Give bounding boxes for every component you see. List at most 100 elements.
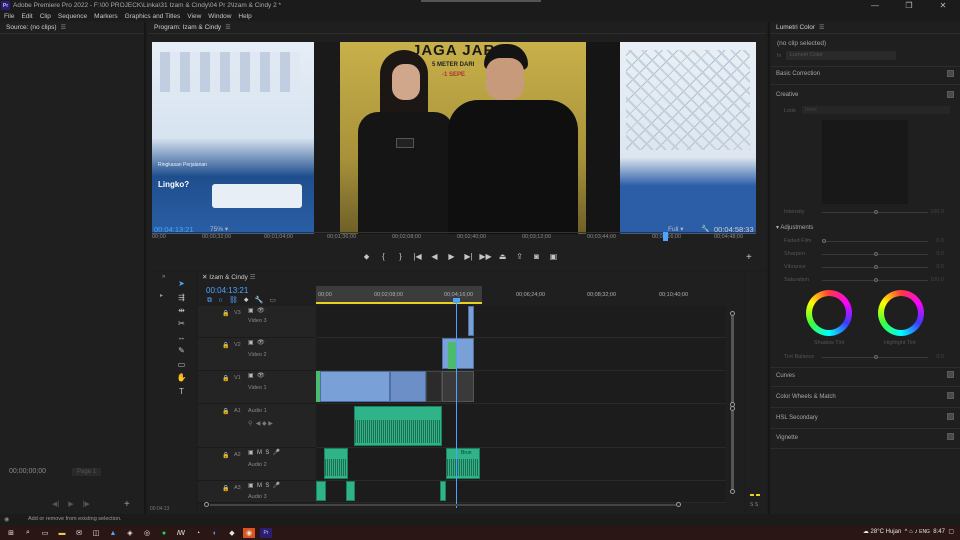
sharpen-slider[interactable]	[822, 252, 928, 256]
program-add-button[interactable]: +	[746, 252, 752, 263]
audio-clip[interactable]	[346, 481, 355, 501]
add-marker-icon[interactable]: ⬥	[358, 252, 375, 262]
highlight-tint-wheel[interactable]	[878, 290, 924, 336]
track-header-v1[interactable]: 🔒 V1 ▣ 👁 Video 1	[198, 371, 316, 404]
audio-clip[interactable]	[354, 406, 442, 446]
basic-correction-checkbox[interactable]	[947, 70, 954, 77]
app-icon[interactable]: ◆	[226, 528, 238, 538]
track-toggles[interactable]: ▣ M S 🎤	[248, 449, 280, 456]
play-icon[interactable]: ▶	[68, 500, 73, 508]
horizontal-scroll-right-knob[interactable]	[676, 502, 681, 507]
store-icon[interactable]: ◫	[90, 528, 102, 538]
language-indicator[interactable]: ENG	[919, 529, 930, 535]
linked-selection-icon[interactable]: ⛓	[229, 297, 244, 304]
hsl-secondary-section[interactable]: HSL Secondary	[776, 415, 954, 421]
hand-tool-icon[interactable]: ✋	[176, 373, 187, 382]
timeline-playhead[interactable]	[456, 302, 457, 508]
sharpen-value[interactable]: 0.0	[936, 251, 944, 257]
track-lane-v3[interactable]	[316, 306, 726, 338]
app-icon[interactable]: ◐	[209, 528, 221, 538]
intensity-value[interactable]: 100.0	[930, 209, 944, 215]
panel-menu-icon[interactable]: ☰	[250, 274, 256, 281]
creative-checkbox[interactable]	[947, 91, 954, 98]
menu-help[interactable]: Help	[238, 13, 251, 20]
app-icon[interactable]: ◈	[124, 528, 136, 538]
settings-wrench-icon[interactable]: 🔧	[255, 297, 270, 304]
menu-file[interactable]: File	[4, 13, 14, 20]
search-icon[interactable]: ⌕	[22, 528, 34, 538]
curves-checkbox[interactable]	[947, 371, 954, 378]
faded-film-value[interactable]: 0.0	[936, 238, 944, 244]
track-lane-v2[interactable]	[316, 338, 726, 371]
menu-view[interactable]: View	[187, 13, 201, 20]
track-select-tool-icon[interactable]: ⇶	[176, 293, 187, 302]
lift-icon[interactable]: ⏏	[494, 252, 511, 262]
vertical-scroll-audio-end-knob[interactable]	[730, 489, 735, 494]
vertical-scrollbar-audio[interactable]	[731, 411, 734, 491]
video-clip[interactable]	[468, 306, 474, 336]
captions-icon[interactable]: ▭	[269, 297, 282, 304]
menu-graphics-titles[interactable]: Graphics and Titles	[125, 13, 181, 20]
look-dropdown[interactable]: None	[802, 106, 950, 114]
capcut-icon[interactable]: ꟿ	[175, 528, 187, 538]
lock-icon[interactable]: 🔒	[222, 485, 229, 492]
slider-knob[interactable]	[874, 252, 878, 256]
color-wheels-section[interactable]: Color Wheels & Match	[776, 394, 954, 400]
task-view-icon[interactable]: ▭	[39, 528, 51, 538]
lock-icon[interactable]: 🔒	[222, 375, 229, 382]
source-timecode[interactable]: 00;00;00;00	[9, 468, 46, 475]
selection-tool-icon[interactable]: ➤	[176, 279, 187, 288]
video-clip[interactable]	[320, 371, 390, 402]
mail-icon[interactable]: ✉	[73, 528, 85, 538]
video-clip[interactable]	[442, 371, 474, 402]
program-panel-header[interactable]: Program: Izam & Cindy ☰	[148, 22, 766, 34]
track-header-v3[interactable]: 🔒 V3 ▣ 👁 Video 3	[198, 306, 316, 338]
slider-knob[interactable]	[822, 239, 826, 243]
track-header-a3[interactable]: 🔒 A3 ▣ M S 🎤 Audio 3	[198, 481, 316, 503]
play-button-icon[interactable]: ▶	[443, 252, 460, 262]
app-icon[interactable]: ◔	[192, 528, 204, 538]
audio-clip[interactable]	[316, 481, 326, 501]
horizontal-scrollbar[interactable]	[210, 504, 676, 506]
go-to-in-icon[interactable]: |◀	[409, 252, 426, 262]
premiere-taskbar-icon[interactable]: Pr	[260, 528, 272, 538]
slider-knob[interactable]	[874, 265, 878, 269]
ripple-edit-tool-icon[interactable]: ⇹	[176, 306, 187, 315]
weather-text[interactable]: 28°C Hujan	[871, 529, 902, 535]
source-page-dropdown[interactable]: Page 1	[72, 468, 102, 476]
track-header-v2[interactable]: 🔒 V2 ▣ 👁 Video 2	[198, 338, 316, 371]
look-preview[interactable]	[822, 120, 908, 204]
lock-icon[interactable]: 🔒	[222, 342, 229, 349]
lock-icon[interactable]: 🔒	[222, 310, 229, 317]
type-tool-icon[interactable]: T	[176, 387, 187, 396]
volume-icon[interactable]: ♪	[914, 529, 917, 535]
mark-in-icon[interactable]: {	[375, 252, 392, 262]
app-icon-active[interactable]: ◉	[243, 528, 255, 538]
track-toggles[interactable]: ▣ M S 🎤	[248, 482, 280, 489]
source-add-button[interactable]: +	[124, 499, 130, 510]
panel-expand-icon[interactable]: ▸	[160, 292, 163, 299]
program-video-frame[interactable]: Ringkasan Perjalanan Lingko? JAGA JAR 5 …	[152, 42, 756, 234]
basic-correction-section[interactable]: Basic Correction	[776, 71, 954, 77]
tint-balance-value[interactable]: 0.0	[936, 354, 944, 360]
menu-edit[interactable]: Edit	[21, 13, 32, 20]
program-playhead[interactable]	[663, 232, 669, 241]
network-icon[interactable]: ⌂	[909, 529, 913, 535]
file-explorer-icon[interactable]: ▬	[56, 528, 68, 538]
step-back-icon[interactable]: ◀|	[52, 500, 59, 508]
comparison-view-icon[interactable]: ▣	[545, 252, 562, 262]
export-frame-icon[interactable]: ◙	[528, 252, 545, 262]
pen-tool-icon[interactable]: ✎	[176, 346, 187, 355]
slip-tool-icon[interactable]: ↔	[176, 333, 187, 342]
tray-chevron-icon[interactable]: ^	[905, 529, 908, 535]
vibrance-slider[interactable]	[822, 265, 928, 269]
hsl-secondary-checkbox[interactable]	[947, 413, 954, 420]
panel-menu-icon[interactable]: ☰	[225, 24, 230, 31]
track-toggles[interactable]: ▣ 👁	[248, 339, 265, 346]
lumetri-panel-header[interactable]: Lumetri Color ☰	[770, 22, 960, 34]
adjustment-clip[interactable]	[448, 342, 456, 369]
horizontal-scroll-left-knob[interactable]	[204, 502, 209, 507]
panel-menu-icon[interactable]: ☰	[61, 24, 66, 31]
step-forward-icon[interactable]: ▶|	[460, 252, 477, 262]
intensity-slider[interactable]	[822, 210, 928, 214]
